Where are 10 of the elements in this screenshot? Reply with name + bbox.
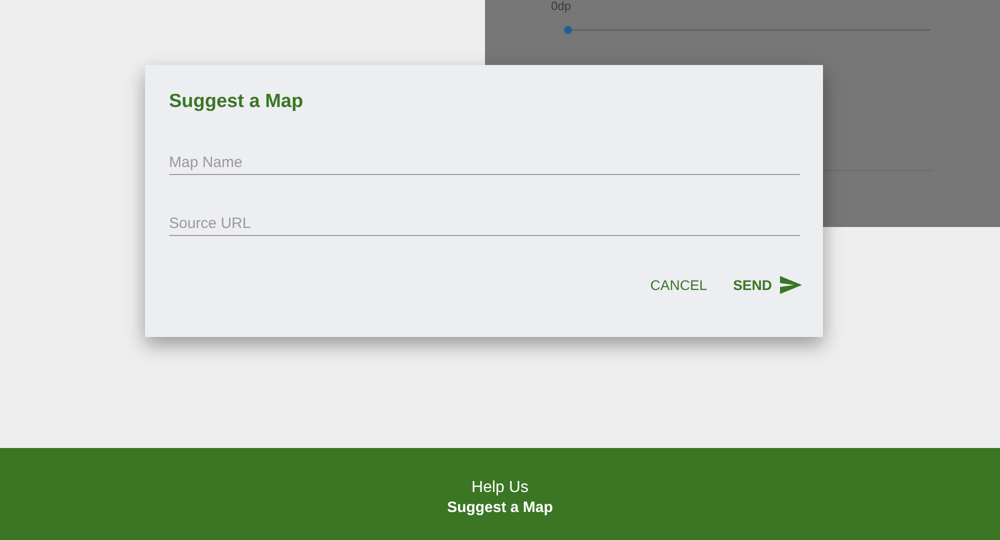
send-icon	[780, 276, 802, 294]
send-button[interactable]: SEND	[729, 272, 806, 298]
cancel-button[interactable]: CANCEL	[646, 272, 712, 298]
slider-label: 0dp	[551, 0, 572, 12]
suggest-map-link[interactable]: Suggest a Map	[447, 499, 553, 516]
dialog-title: Suggest a Map	[169, 91, 304, 113]
input-field[interactable]: Source URL	[169, 211, 800, 236]
slider-thumb[interactable]	[564, 26, 572, 34]
footer-text: Help Us	[472, 479, 528, 497]
input-field[interactable]: Map Name	[169, 150, 800, 175]
